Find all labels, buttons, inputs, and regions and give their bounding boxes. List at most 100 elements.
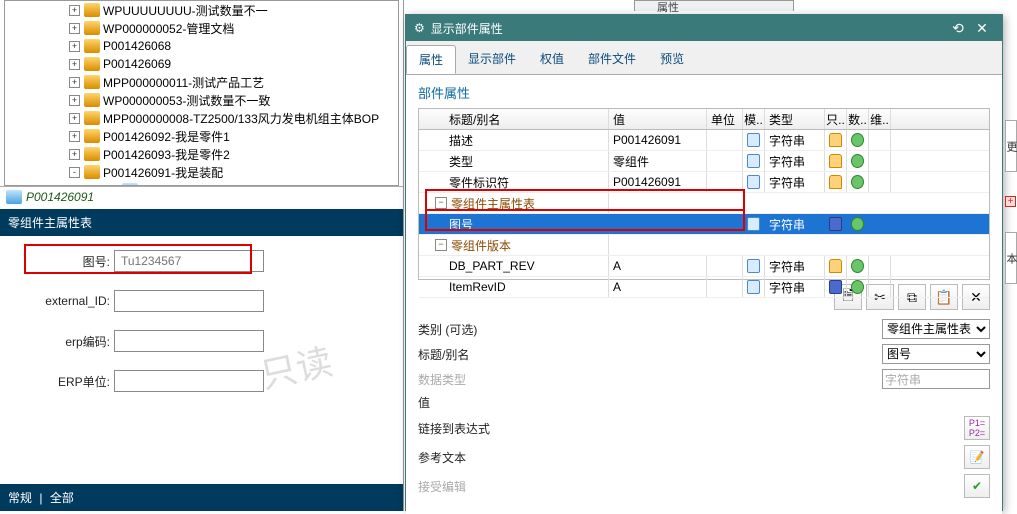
label-title-alias: 标题/别名	[418, 346, 508, 363]
restore-button[interactable]: ⟲	[946, 20, 970, 37]
side-add-icon[interactable]: +	[1005, 196, 1016, 207]
dialog-tab[interactable]: 部件文件	[576, 45, 648, 74]
grid-cell	[707, 256, 743, 276]
grid-cell	[869, 277, 891, 297]
expander-icon[interactable]: +	[69, 113, 80, 124]
grid-cell	[743, 130, 765, 150]
grid-cell	[743, 277, 765, 297]
close-button[interactable]: ✕	[970, 20, 994, 37]
expander-icon[interactable]: +	[69, 131, 80, 142]
grid-row[interactable]: 类型零组件字符串	[419, 151, 989, 172]
refresh-icon	[851, 217, 864, 231]
property-grid[interactable]: 标题/别名值单位模..类型只..数..维.. 描述P001426091字符串类型…	[418, 108, 990, 280]
grid-header-cell[interactable]: 值	[609, 109, 707, 129]
grid-cell	[825, 214, 847, 234]
tree-view[interactable]: +WPUUUUUUUU-测试数量不一+WP000000052-管理文档+P001…	[4, 0, 399, 186]
grid-row[interactable]: 描述P001426091字符串	[419, 130, 989, 151]
grid-header-cell[interactable]: 单位	[707, 109, 743, 129]
expander-icon[interactable]: +	[69, 149, 80, 160]
tab-all[interactable]: 全部	[50, 491, 74, 505]
tree-item-label: P001426069	[103, 57, 171, 71]
grid-row[interactable]: DB_PART_REVA字符串	[419, 256, 989, 277]
grid-group-row[interactable]: 零组件版本	[419, 235, 989, 256]
expander-icon[interactable]: +	[69, 5, 80, 16]
grid-header-cell[interactable]: 数..	[847, 109, 869, 129]
grid-header-cell[interactable]: 模..	[743, 109, 765, 129]
grid-cell: 描述	[419, 130, 609, 150]
tree-item[interactable]: + P001426068	[9, 37, 394, 55]
lock-icon	[829, 133, 842, 147]
grid-header-cell[interactable]: 标题/别名	[419, 109, 609, 129]
tree-item-label: P001426068	[103, 39, 171, 53]
tree-item[interactable]: +P001426092-我是零件1	[9, 127, 394, 145]
grid-cell: 字符串	[765, 277, 825, 297]
label-link-expr: 链接到表达式	[418, 420, 508, 437]
page-icon	[747, 259, 760, 273]
grid-cell	[869, 172, 891, 192]
grid-cell	[869, 151, 891, 171]
grid-cell	[743, 172, 765, 192]
input-external-id[interactable]	[114, 290, 264, 312]
dialog-tab[interactable]: 属性	[406, 45, 456, 74]
refresh-icon	[851, 259, 864, 273]
highlight-selected-row	[425, 209, 745, 231]
expander-icon[interactable]: -	[69, 167, 80, 178]
bottom-tabs: 常规 | 全部	[0, 484, 403, 511]
tree-item-label: WP000000052-管理文档	[103, 20, 234, 37]
dialog-tabs: 属性显示部件权值部件文件预览	[406, 41, 1002, 75]
folder-icon	[84, 57, 100, 71]
tree-item[interactable]: +MPP000000011-测试产品工艺	[9, 73, 394, 91]
label-ref-text: 参考文本	[418, 449, 508, 466]
dialog-tab[interactable]: 预览	[648, 45, 696, 74]
tree-item[interactable]: + WP000000052-管理文档	[9, 19, 394, 37]
grid-row[interactable]: ItemRevIDA字符串	[419, 277, 989, 298]
grid-cell: 零组件	[609, 151, 707, 171]
properties-mini-panel	[634, 0, 794, 11]
dialog-tab[interactable]: 显示部件	[456, 45, 528, 74]
grid-cell: 字符串	[765, 256, 825, 276]
folder-icon	[84, 75, 100, 89]
tree-item-label: P001426091-我是装配	[103, 164, 223, 181]
label-erp-code: erp编码:	[20, 333, 110, 350]
grid-cell	[869, 214, 891, 234]
expander-icon[interactable]: +	[69, 59, 80, 70]
ref-text-button[interactable]: 📝	[964, 445, 990, 469]
grid-cell	[743, 256, 765, 276]
grid-header-cell[interactable]: 类型	[765, 109, 825, 129]
tree-item[interactable]: - P001426091-我是装配	[9, 163, 394, 181]
expander-icon[interactable]: +	[69, 23, 80, 34]
select-title-alias[interactable]: 图号	[882, 344, 990, 364]
expander-icon[interactable]: +	[69, 77, 80, 88]
link-expr-button[interactable]: P1=P2=	[964, 416, 990, 440]
tab-general[interactable]: 常规	[8, 491, 32, 505]
tree-item[interactable]: +WP000000053-测试数量不一致	[9, 91, 394, 109]
label-accept-edit: 接受编辑	[418, 478, 508, 495]
tree-item[interactable]: +P001426093-我是零件2	[9, 145, 394, 163]
grid-cell	[847, 151, 869, 171]
grid-header-cell[interactable]: 维..	[869, 109, 891, 129]
folder-icon	[84, 93, 100, 107]
side-btn-1[interactable]: 更	[1005, 120, 1017, 172]
expander-icon[interactable]: +	[69, 41, 80, 52]
dialog-titlebar[interactable]: ⚙ 显示部件属性 ⟲ ✕	[406, 15, 1002, 41]
accept-edit-button[interactable]: ✔	[964, 474, 990, 498]
grid-cell: 字符串	[765, 172, 825, 192]
label-external-id: external_ID:	[20, 294, 110, 308]
dialog-tab[interactable]: 权值	[528, 45, 576, 74]
tree-item[interactable]: +MPP000000008-TZ2500/133风力发电机组主体BOP	[9, 109, 394, 127]
select-category[interactable]: 零组件主属性表	[882, 319, 990, 339]
grid-cell: ItemRevID	[419, 277, 609, 297]
input-erp-code[interactable]	[114, 330, 264, 352]
tree-item[interactable]: + P001426069	[9, 55, 394, 73]
tab-sep: |	[39, 491, 42, 505]
grid-cell: 字符串	[765, 214, 825, 234]
side-btn-2[interactable]: 本	[1005, 232, 1017, 284]
input-erp-unit[interactable]	[114, 370, 264, 392]
grid-header-cell[interactable]: 只..	[825, 109, 847, 129]
label-erp-unit: ERP单位:	[20, 373, 110, 390]
expander-icon[interactable]: +	[69, 95, 80, 106]
tree-item[interactable]: +WPUUUUUUUU-测试数量不一	[9, 1, 394, 19]
grid-cell: 类型	[419, 151, 609, 171]
folder-icon	[84, 129, 100, 143]
grid-cell: A	[609, 256, 707, 276]
